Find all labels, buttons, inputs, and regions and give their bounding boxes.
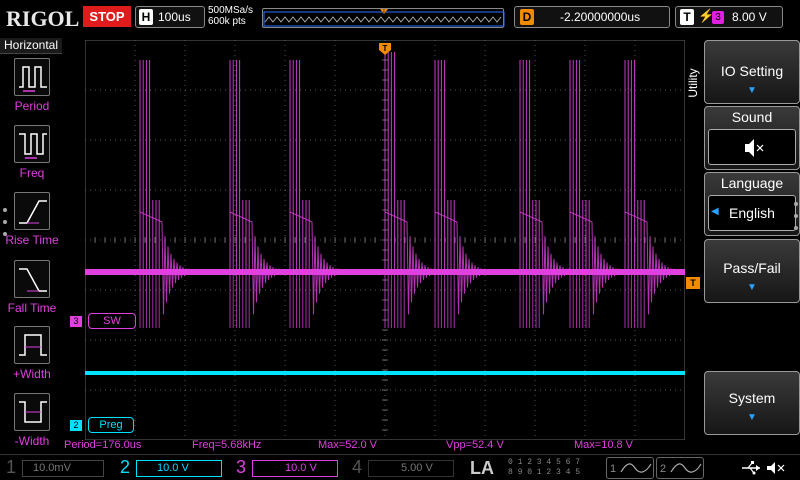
chevron-down-icon: ▼ (747, 412, 757, 423)
usb-icon (742, 461, 760, 475)
ch4-number: 4 (352, 457, 363, 477)
top-bar: RIGOL STOP H 100us 500MSa/s 600k pts T D… (0, 0, 800, 36)
ch3-scale: 10.0 V (252, 460, 338, 477)
measure-fall-time[interactable]: Fall Time (2, 260, 62, 324)
language-button[interactable]: Language ◀ English (704, 172, 800, 236)
fall-time-icon (14, 260, 50, 298)
delay-display[interactable]: D -2.20000000us (514, 6, 670, 28)
negative-width-icon (14, 393, 50, 431)
measure-negative-width[interactable]: -Width (2, 393, 62, 457)
ch2-number: 2 (120, 457, 131, 477)
language-value-box: ◀ English (708, 195, 796, 231)
utility-menu: Utility IO Setting ▼ Sound Language ◀ En… (686, 36, 800, 454)
speaker-muted-icon (745, 139, 764, 157)
ch3-trace-label: SW (88, 313, 136, 329)
la-digits-top: 0 1 2 3 4 5 6 7 (508, 458, 581, 467)
channel-status-bar: 1 10.0mV 2 10.0 V 3 10.0 V 4 5.00 V LA 0… (0, 454, 800, 480)
horizontal-measure-panel: Horizontal Period Freq Rise Time Fall Ti… (0, 36, 62, 454)
ch2-preg-trace (85, 371, 685, 375)
math2-number: 2 (660, 463, 667, 475)
math-wave-icon (670, 463, 702, 473)
measurement-max-ch3: Max=52.0 V (318, 439, 378, 451)
rise-time-icon (14, 192, 50, 230)
measurement-bar: Period=176.0us Freq=5.68kHz Max=52.0 V V… (62, 438, 702, 454)
delay-value: -2.20000000us (560, 10, 641, 24)
measure-positive-width[interactable]: +Width (2, 326, 62, 390)
period-label: Period (14, 99, 50, 113)
system-button[interactable]: System ▼ (704, 371, 800, 435)
rigol-logo: RIGOL (6, 6, 80, 31)
measure-freq[interactable]: Freq (2, 125, 62, 189)
math1-status[interactable]: 1 (606, 457, 654, 479)
horizontal-tag: H (139, 9, 153, 25)
language-title: Language (720, 175, 784, 191)
memory-depth: 600k pts (208, 16, 246, 27)
negative-width-label: -Width (14, 434, 50, 448)
delay-tag: D (520, 9, 534, 25)
freq-icon (14, 125, 50, 163)
chevron-down-icon: ▼ (747, 85, 757, 96)
io-setting-button[interactable]: IO Setting ▼ (704, 40, 800, 104)
ch3-ground-marker[interactable]: 3 (70, 316, 82, 327)
la-digits-bottom: 8 9 0 1 2 3 4 5 (508, 468, 581, 477)
run-stop-status[interactable]: STOP (83, 6, 131, 27)
language-value: English (729, 205, 775, 221)
logic-analyzer-status[interactable]: LA 0 1 2 3 4 5 6 7 8 9 0 1 2 3 4 5 (460, 457, 606, 479)
ch1-status[interactable]: 1 10.0mV (0, 457, 110, 479)
ch3-status[interactable]: 3 10.0 V (230, 457, 342, 479)
rise-time-label: Rise Time (5, 233, 59, 247)
ch2-scale: 10.0 V (136, 460, 222, 477)
waveform-display[interactable]: T (85, 40, 685, 440)
measurement-vpp: Vpp=52.4 V (446, 439, 504, 451)
trigger-tag: T (680, 9, 694, 25)
sound-button[interactable]: Sound (704, 106, 800, 170)
memory-overview: T (262, 8, 505, 28)
pass-fail-label: Pass/Fail (723, 260, 781, 276)
sample-rate: 500MSa/s (208, 5, 254, 16)
page-indicator-icon (794, 202, 798, 230)
svg-text:T: T (383, 44, 388, 53)
panel-title: Horizontal (0, 38, 62, 54)
ch1-number: 1 (6, 457, 17, 477)
acquisition-info: 500MSa/s 600k pts (208, 5, 253, 27)
utility-tab[interactable]: Utility (686, 40, 704, 130)
la-label: LA (470, 458, 494, 478)
measure-period[interactable]: Period (2, 58, 62, 122)
page-indicator-icon (3, 208, 7, 236)
speaker-muted-icon (767, 462, 785, 474)
svg-text:T: T (382, 9, 386, 15)
trigger-display[interactable]: T ⚡ 3 8.00 V (675, 6, 783, 28)
sound-label: Sound (731, 109, 773, 125)
ch1-scale: 10.0mV (22, 460, 104, 477)
math-wave-icon (620, 463, 652, 473)
ch4-scale: 5.00 V (368, 460, 454, 477)
freq-label: Freq (19, 166, 45, 180)
math2-status[interactable]: 2 (656, 457, 704, 479)
io-setting-label: IO Setting (720, 63, 784, 79)
ch2-trace-label: Preg (88, 417, 134, 433)
utility-tab-label: Utility (686, 68, 700, 98)
measurement-period: Period=176.0us (64, 439, 142, 451)
timebase-value: 100us (158, 10, 191, 24)
measure-rise-time[interactable]: Rise Time (2, 192, 62, 256)
measurement-freq: Freq=5.68kHz (192, 439, 262, 451)
trigger-source: 3 (712, 11, 724, 24)
measurement-max: Max=10.8 V (574, 439, 634, 451)
pass-fail-button[interactable]: Pass/Fail ▼ (704, 239, 800, 303)
ch3-number: 3 (236, 457, 247, 477)
system-label: System (728, 390, 776, 406)
sound-value (708, 129, 796, 165)
ch2-ground-marker[interactable]: 2 (70, 420, 82, 431)
chevron-down-icon: ▼ (747, 282, 757, 293)
ch4-status[interactable]: 4 5.00 V (346, 457, 458, 479)
positive-width-label: +Width (13, 367, 51, 381)
math1-number: 1 (610, 463, 617, 475)
fall-time-label: Fall Time (7, 301, 57, 315)
positive-width-icon (14, 326, 50, 364)
period-icon (14, 58, 50, 96)
memory-overview-waveform: T (263, 9, 505, 27)
horizontal-timebase[interactable]: H 100us (135, 6, 205, 28)
ch2-status[interactable]: 2 10.0 V (114, 457, 226, 479)
trigger-level: 8.00 V (732, 10, 767, 24)
